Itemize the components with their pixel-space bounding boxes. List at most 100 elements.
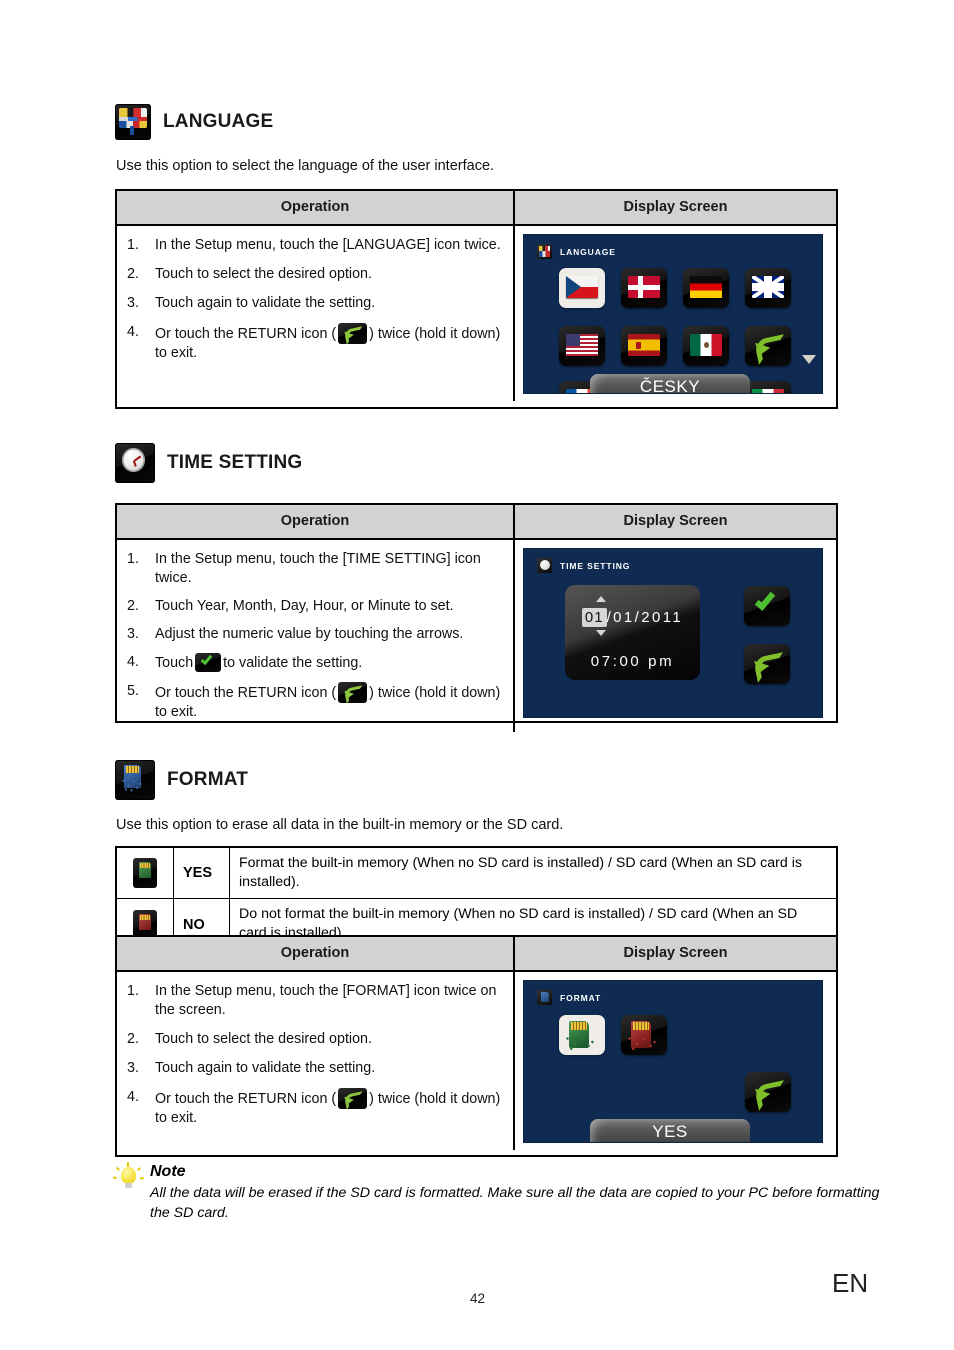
screen-title-label: FORMAT xyxy=(560,992,602,1003)
step-number: 5. xyxy=(127,683,139,699)
list-item: 3. Adjust the numeric value by touching t… xyxy=(125,625,503,644)
selected-format-label: YES xyxy=(590,1119,750,1142)
page-language-code: EN xyxy=(832,1268,869,1298)
flag-denmark[interactable] xyxy=(621,268,667,308)
flag-germany[interactable] xyxy=(683,268,729,308)
screen-title-time-setting: TIME SETTING xyxy=(537,558,630,573)
step-text: Touch to select the desired option. xyxy=(155,266,372,282)
validate-button[interactable] xyxy=(744,586,790,626)
decrement-arrow-icon[interactable] xyxy=(596,630,606,636)
date-year[interactable]: 2011 xyxy=(641,609,683,626)
format-sd-card-icon xyxy=(537,990,552,1005)
table-header-row: Operation Display Screen xyxy=(117,505,836,540)
section-heading-format: FORMAT xyxy=(115,760,248,800)
step-text-after: to validate the setting. xyxy=(223,655,363,671)
time-minute[interactable]: 00 xyxy=(619,653,641,670)
list-item: 4. Or touch the RETURN icon () twice (hol… xyxy=(125,1088,503,1128)
step-number: 3. xyxy=(127,626,139,642)
section-heading-time-setting: TIME SETTING xyxy=(115,443,302,483)
section-title-time-setting: TIME SETTING xyxy=(167,452,303,473)
list-item: 2. Touch to select the desired option. xyxy=(125,1030,503,1049)
return-button[interactable] xyxy=(745,326,791,366)
date-month[interactable]: 01 xyxy=(613,609,635,626)
device-screen-language: LANGUAGE ČESKY xyxy=(523,234,823,394)
device-screen-format: FORMAT YES xyxy=(523,980,823,1143)
step-number: 1. xyxy=(127,237,139,253)
check-icon xyxy=(195,653,222,672)
clock-icon xyxy=(115,443,155,483)
option-label-yes: YES xyxy=(174,848,230,899)
scroll-down-triangle-icon[interactable] xyxy=(802,355,816,364)
time-hour[interactable]: 07 xyxy=(591,653,613,670)
note-title: Note xyxy=(150,1163,186,1180)
list-item: 3. Touch again to validate the setting. xyxy=(125,294,503,313)
step-number: 4. xyxy=(127,324,139,340)
device-screen-time-setting: TIME SETTING 01/01/2011 07:00 pm xyxy=(523,548,823,718)
table-body-row: 1. In the Setup menu, touch the [TIME SET… xyxy=(117,540,836,732)
time-meridiem[interactable]: pm xyxy=(648,653,674,670)
flag-spain[interactable] xyxy=(621,326,667,366)
return-icon xyxy=(338,682,368,703)
step-number: 4. xyxy=(127,1089,139,1105)
step-text: In the Setup menu, touch the [TIME SETTI… xyxy=(155,551,481,586)
date-day[interactable]: 01 xyxy=(581,608,607,627)
format-yes-tile[interactable] xyxy=(559,1015,605,1055)
header-display-screen: Display Screen xyxy=(623,513,728,529)
list-item: 4. Touch to validate the setting. xyxy=(125,653,503,673)
step-number: 3. xyxy=(127,1060,139,1076)
screen-title-format: FORMAT xyxy=(537,990,601,1005)
step-number: 4. xyxy=(127,654,139,670)
step-text: In the Setup menu, touch the [FORMAT] ic… xyxy=(155,983,497,1018)
step-text: Touch to select the desired option. xyxy=(155,1031,372,1047)
list-item: 1. In the Setup menu, touch the [TIME SET… xyxy=(125,550,503,588)
header-operation: Operation xyxy=(117,505,515,538)
list-item: 1. In the Setup menu, touch the [LANGUAGE… xyxy=(125,236,503,255)
flag-united-kingdom[interactable] xyxy=(745,268,791,308)
date-value[interactable]: 01/01/2011 xyxy=(565,608,700,627)
header-display-screen: Display Screen xyxy=(623,945,728,961)
flag-mexico[interactable] xyxy=(683,326,729,366)
table-body-row: 1. In the Setup menu, touch the [FORMAT] … xyxy=(117,972,836,1150)
page-number: 42 xyxy=(470,1291,486,1306)
manual-page: LANGUAGE Use this option to select the l… xyxy=(0,0,954,1350)
flag-czech[interactable] xyxy=(559,268,605,308)
step-text: Touch again to validate the setting. xyxy=(155,1060,376,1076)
list-item: 2. Touch Year, Month, Day, Hour, or Minut… xyxy=(125,597,503,616)
flag-italy[interactable] xyxy=(745,381,791,393)
step-text: Adjust the numeric value by touching the… xyxy=(155,626,464,642)
table-language: Operation Display Screen 1. In the Setup … xyxy=(115,189,838,409)
selected-language-label: ČESKY xyxy=(590,374,750,393)
return-button[interactable] xyxy=(745,1072,791,1112)
table-time-setting: Operation Display Screen 1. In the Setup … xyxy=(115,503,838,732)
language-flags-icon xyxy=(115,104,151,140)
list-item: 1. In the Setup menu, touch the [FORMAT] … xyxy=(125,982,503,1020)
intro-language: Use this option to select the language o… xyxy=(116,158,495,174)
step-text: Touch xyxy=(155,655,194,671)
step-text: Or touch the RETURN icon ( xyxy=(155,1091,337,1107)
step-number: 1. xyxy=(127,983,139,999)
sd-card-green-icon xyxy=(117,848,174,899)
operation-steps-time-setting: 1. In the Setup menu, touch the [TIME SET… xyxy=(117,540,515,732)
header-display-screen: Display Screen xyxy=(623,199,728,215)
lightbulb-icon xyxy=(112,1162,144,1193)
format-no-tile[interactable] xyxy=(621,1015,667,1055)
datetime-panel[interactable]: 01/01/2011 07:00 pm xyxy=(565,585,700,680)
step-text: In the Setup menu, touch the [LANGUAGE] … xyxy=(155,237,501,253)
flag-united-states[interactable] xyxy=(559,326,605,366)
format-sd-card-icon xyxy=(115,760,155,800)
list-item: 5. Or touch the RETURN icon () twice (hol… xyxy=(125,682,503,722)
return-icon xyxy=(338,323,368,344)
time-value[interactable]: 07:00 pm xyxy=(565,653,700,670)
note-block: Note All the data will be erased if the … xyxy=(112,1162,880,1223)
list-item: 4. Or touch the RETURN icon () twice (hol… xyxy=(125,323,503,363)
display-screen-cell-time-setting: TIME SETTING 01/01/2011 07:00 pm xyxy=(515,540,836,732)
return-button[interactable] xyxy=(744,644,790,684)
step-text: Touch Year, Month, Day, Hour, or Minute … xyxy=(155,598,454,614)
list-item: 2. Touch to select the desired option. xyxy=(125,265,503,284)
return-icon xyxy=(338,1088,368,1109)
intro-format: Use this option to erase all data in the… xyxy=(116,817,564,833)
operation-steps-language: 1. In the Setup menu, touch the [LANGUAGE… xyxy=(117,226,515,401)
table-format: Operation Display Screen 1. In the Setup … xyxy=(115,935,838,1157)
increment-arrow-icon[interactable] xyxy=(596,596,606,602)
note-text: All the data will be erased if the SD ca… xyxy=(150,1185,880,1221)
